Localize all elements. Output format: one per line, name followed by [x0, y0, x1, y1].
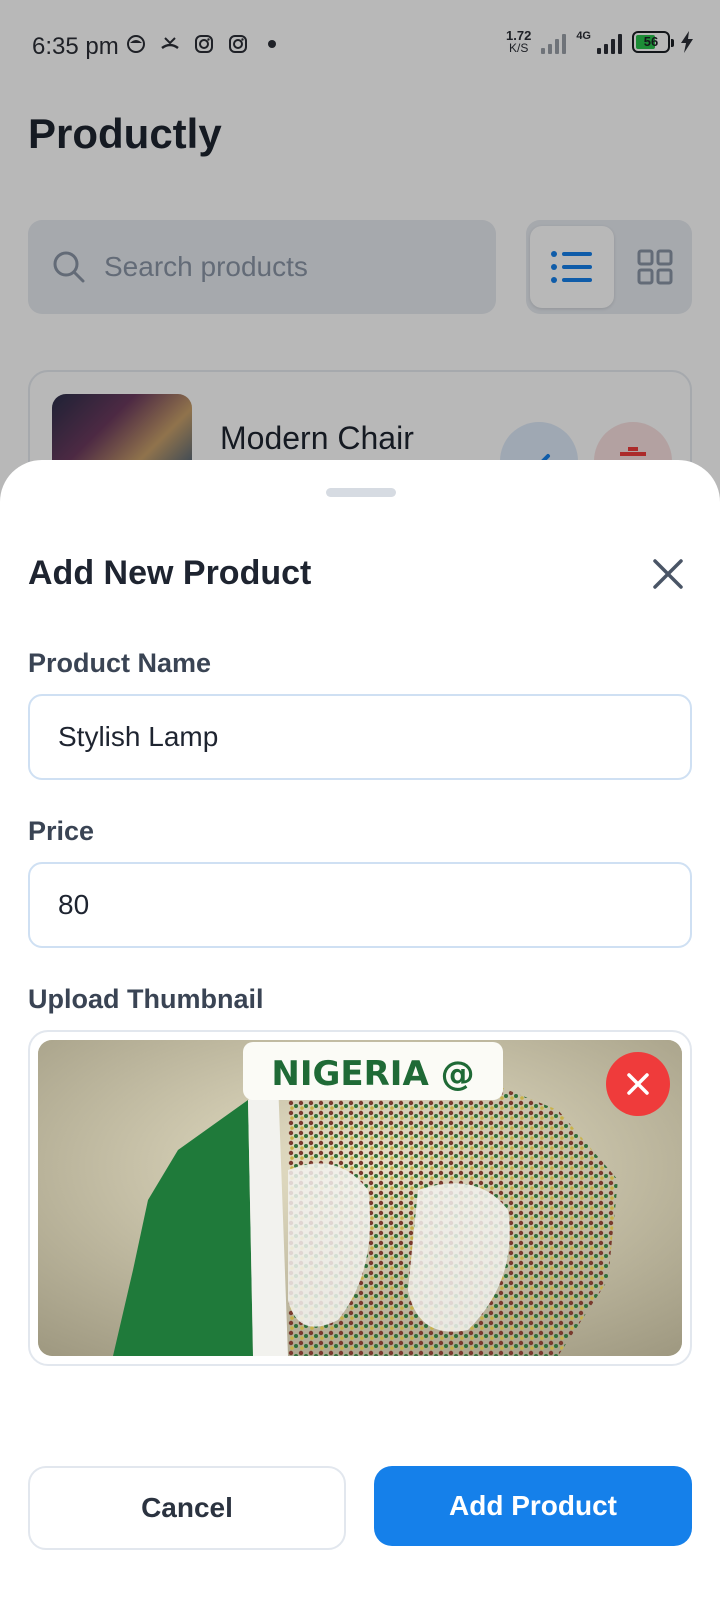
price-label: Price [28, 816, 95, 846]
close-icon [627, 1073, 649, 1095]
screen: 6:35 pm 1.72 K/S 4G 56 Productly Search … [0, 0, 720, 1600]
product-name-label: Product Name [28, 648, 212, 678]
add-product-button[interactable]: Add Product [374, 1466, 692, 1546]
sheet-title: Add New Product [28, 554, 312, 592]
close-icon [653, 559, 683, 589]
thumbnail-caption: NIGERIA @ [271, 1054, 474, 1094]
cancel-button[interactable]: Cancel [28, 1466, 346, 1550]
upload-thumbnail-label: Upload Thumbnail [28, 984, 264, 1014]
thumbnail-upload-area[interactable]: NIGERIA @ [28, 1030, 692, 1366]
sheet-drag-handle[interactable] [326, 488, 396, 497]
thumbnail-image: NIGERIA @ [38, 1040, 682, 1356]
thumbnail-picture: NIGERIA @ [38, 1040, 682, 1356]
remove-thumbnail-button[interactable] [606, 1052, 670, 1116]
price-field[interactable] [28, 862, 692, 948]
add-product-sheet: Add New Product Product Name Price Uploa… [0, 460, 720, 1600]
product-name-field[interactable] [28, 694, 692, 780]
close-button[interactable] [646, 552, 690, 596]
